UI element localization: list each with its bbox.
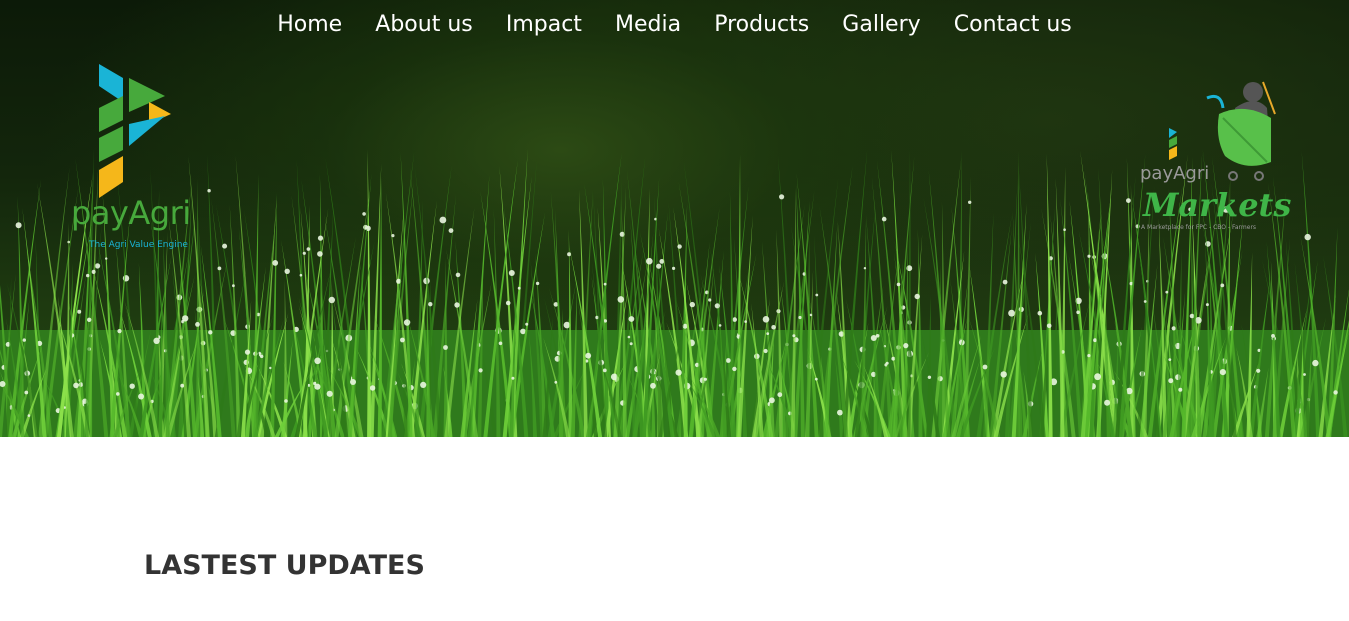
hero-banner: Home About us Impact Media Products Gall… <box>0 0 1349 437</box>
main-nav: Home About us Impact Media Products Gall… <box>0 12 1349 37</box>
markets-payagri-wordmark: payAgri <box>1140 163 1210 184</box>
nav-gallery[interactable]: Gallery <box>842 12 920 37</box>
nav-impact[interactable]: Impact <box>506 12 582 37</box>
latest-updates-heading: LASTEST UPDATES <box>144 550 425 581</box>
nav-products[interactable]: Products <box>714 12 809 37</box>
nav-about-us[interactable]: About us <box>375 12 472 37</box>
markets-tagline: A Marketplace for FPC - CBO - Farmers <box>1141 224 1257 231</box>
nav-contact-us[interactable]: Contact us <box>954 12 1072 37</box>
payagri-logo[interactable]: payAgri The Agri Value Engine <box>65 62 205 262</box>
markets-wordmark: Markets <box>1143 186 1292 224</box>
payagri-wordmark: payAgri <box>71 194 191 232</box>
payagri-tagline: The Agri Value Engine <box>89 240 188 250</box>
payagri-markets-logo[interactable]: payAgri Markets A Marketplace for FPC - … <box>1135 78 1291 238</box>
payagri-mark-icon <box>99 64 171 198</box>
nav-media[interactable]: Media <box>615 12 681 37</box>
nav-home[interactable]: Home <box>277 12 342 37</box>
